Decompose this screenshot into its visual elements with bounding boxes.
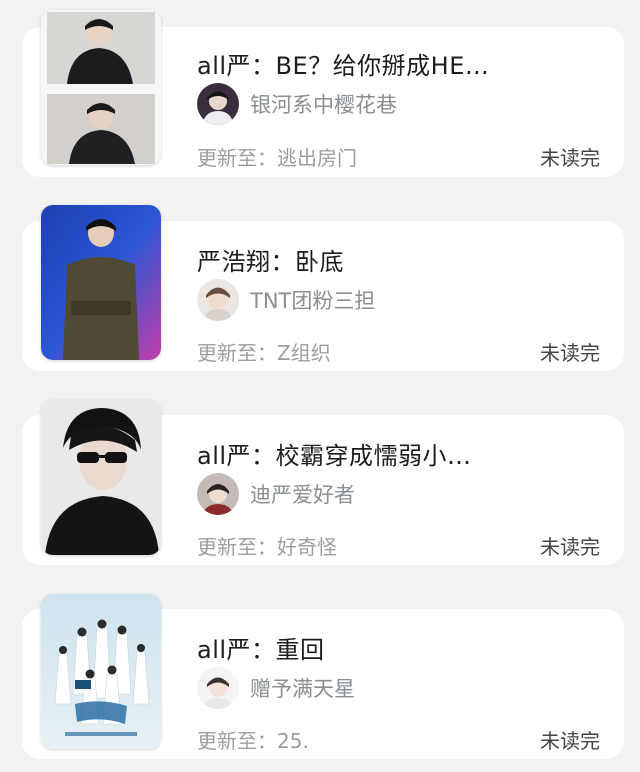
update-info: 更新至：逃出房门 [197,146,357,170]
author-name: 赠予满天星 [250,677,355,701]
read-status: 未读完 [540,341,600,365]
story-list: all严：BE？给你掰成HE… 银河系中樱花巷 更新至：逃出房门 未读完 严浩翔… [0,0,640,772]
update-info: 更新至：25. [197,729,309,753]
story-title[interactable]: all严：重回 [197,630,325,665]
author-row[interactable]: 银河系中樱花巷 [197,82,397,126]
cover-image[interactable] [41,10,161,165]
avatar [197,473,239,515]
author-name: TNT团粉三担 [250,289,376,313]
avatar [197,667,239,709]
avatar [197,83,239,125]
author-row[interactable]: 赠予满天星 [197,666,355,710]
author-name: 迪严爱好者 [250,483,355,507]
read-status: 未读完 [540,535,600,559]
update-info: 更新至：好奇怪 [197,535,337,559]
update-info: 更新至：Z组织 [197,341,331,365]
cover-image[interactable] [41,205,161,360]
read-status: 未读完 [540,729,600,753]
author-row[interactable]: 迪严爱好者 [197,472,355,516]
avatar [197,279,239,321]
author-name: 银河系中樱花巷 [250,93,397,117]
cover-image[interactable] [41,400,161,555]
story-title[interactable]: 严浩翔：卧底 [197,242,344,277]
cover-image[interactable] [41,594,161,749]
author-row[interactable]: TNT团粉三担 [197,278,375,322]
read-status: 未读完 [540,146,600,170]
story-title[interactable]: all严：校霸穿成懦弱小… [197,436,472,471]
story-title[interactable]: all严：BE？给你掰成HE… [197,46,489,81]
